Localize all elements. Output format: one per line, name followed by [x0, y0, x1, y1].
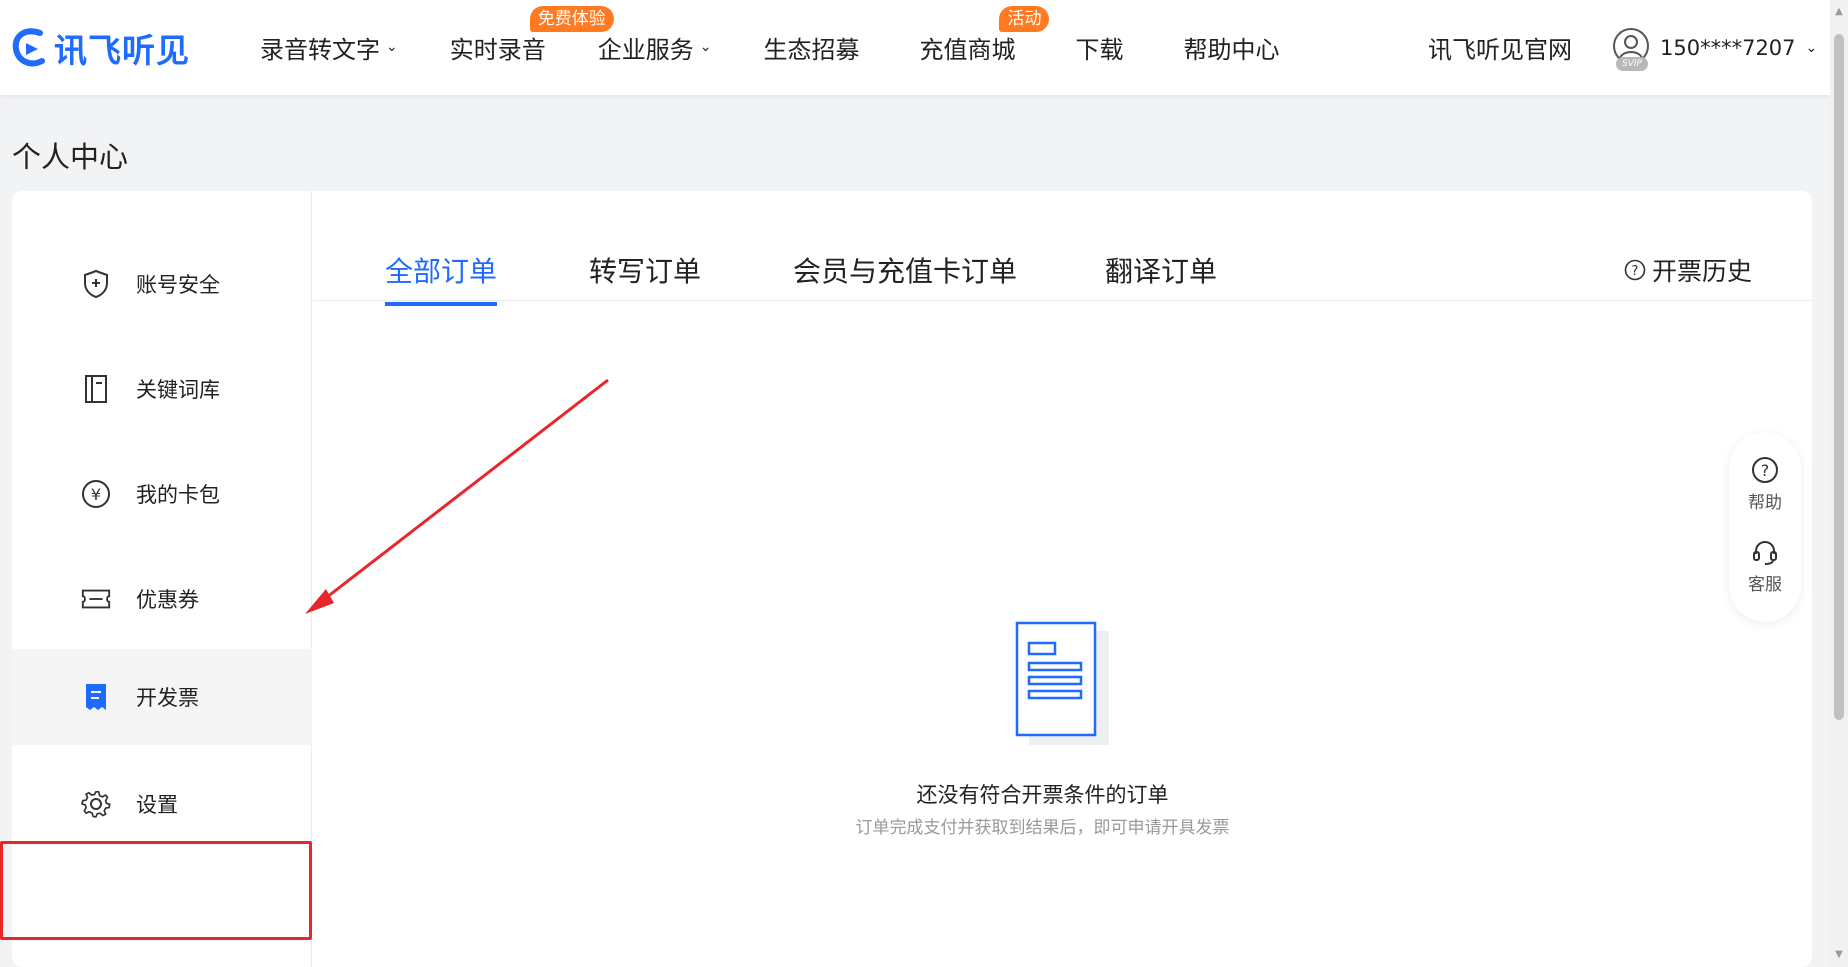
sidebar-item-card-wallet[interactable]: ¥ 我的卡包	[12, 446, 312, 542]
scroll-up-icon[interactable]: ▲	[1833, 6, 1845, 18]
nav-item-enterprise[interactable]: 企业服务 ⌄	[598, 0, 712, 95]
scroll-down-icon[interactable]: ▼	[1833, 949, 1845, 961]
user-menu[interactable]: SVIP 150****7207 ⌄	[1612, 24, 1817, 72]
tab-all-orders[interactable]: 全部订单	[385, 250, 498, 306]
svg-text:?: ?	[1761, 461, 1770, 480]
empty-state-subtitle: 订单完成支付并获取到结果后，即可申请开具发票	[855, 818, 1230, 838]
nav-label: 生态招募	[763, 36, 860, 64]
invoice-icon	[80, 681, 112, 713]
top-navbar: 讯飞听见 录音转文字 ⌄ 实时录音 免费体验 企业服务 ⌄ 生态招募 充值商城 …	[0, 0, 1830, 95]
user-phone: 150****7207	[1660, 36, 1796, 60]
sidebar-item-invoice[interactable]: 开发票	[12, 649, 312, 745]
chevron-down-icon: ⌄	[1805, 40, 1818, 56]
sidebar-item-keyword-library[interactable]: 关键词库	[12, 341, 312, 437]
sidebar-item-label: 开发票	[136, 686, 199, 710]
content-card: 账号安全 关键词库 ¥ 我的卡包 优惠券 开发票 设置 全部订单 转写订单 会员…	[0, 191, 1812, 967]
sidebar-item-settings[interactable]: 设置	[12, 756, 312, 852]
tab-transcription-orders[interactable]: 转写订单	[589, 250, 701, 302]
empty-document-icon	[1015, 621, 1109, 745]
chevron-down-icon: ⌄	[699, 38, 712, 55]
nav-label: 充值商城	[919, 36, 1016, 64]
sidebar-item-label: 关键词库	[136, 378, 220, 402]
avatar: SVIP	[1612, 27, 1650, 71]
sidebar-item-label: 我的卡包	[136, 483, 220, 507]
sidebar: 账号安全 关键词库 ¥ 我的卡包 优惠券 开发票 设置	[12, 191, 312, 967]
main-nav: 录音转文字 ⌄ 实时录音 免费体验 企业服务 ⌄ 生态招募 充值商城 活动 下载…	[260, 0, 1279, 95]
chevron-down-icon: ⌄	[386, 38, 398, 55]
help-button[interactable]: ? 帮助	[1729, 456, 1801, 513]
sidebar-item-account-security[interactable]: 账号安全	[12, 236, 312, 332]
vertical-scrollbar[interactable]: ▲ ▼	[1830, 0, 1848, 967]
logo-icon	[12, 28, 45, 67]
tab-translation-orders[interactable]: 翻译订单	[1105, 250, 1217, 302]
brand-logo[interactable]: 讯飞听见	[12, 24, 190, 72]
ticket-icon	[80, 583, 112, 615]
page-title: 个人中心	[12, 140, 129, 174]
sidebar-item-label: 优惠券	[136, 588, 199, 612]
nav-label: 录音转文字	[260, 36, 380, 64]
nav-item-ecosystem[interactable]: 生态招募	[763, 0, 859, 95]
question-circle-icon: ?	[1624, 259, 1646, 281]
svip-badge: SVIP	[1616, 57, 1648, 71]
invoice-history-link[interactable]: ? 开票历史	[1624, 252, 1752, 288]
main-panel: 全部订单 转写订单 会员与充值卡订单 翻译订单 ? 开票历史 还没有符合开票条件…	[313, 191, 1812, 967]
nav-item-download[interactable]: 下载	[1075, 0, 1123, 95]
nav-label: 帮助中心	[1183, 36, 1280, 64]
service-label: 客服	[1748, 575, 1782, 595]
floating-help-panel: ? 帮助 客服	[1729, 432, 1801, 622]
gear-icon	[80, 788, 112, 820]
activity-badge: 活动	[999, 6, 1050, 32]
nav-item-realtime[interactable]: 实时录音 免费体验	[449, 0, 614, 95]
tab-membership-orders[interactable]: 会员与充值卡订单	[793, 250, 1017, 302]
shield-icon	[80, 268, 112, 300]
nav-item-store[interactable]: 充值商城 活动	[919, 0, 1050, 95]
logo-text: 讯飞听见	[54, 31, 190, 70]
official-site-link[interactable]: 讯飞听见官网	[1428, 0, 1572, 95]
customer-service-button[interactable]: 客服	[1729, 538, 1801, 595]
headset-icon	[1753, 540, 1777, 565]
empty-state-title: 还没有符合开票条件的订单	[916, 783, 1169, 807]
nav-label: 实时录音	[449, 36, 546, 64]
nav-item-help-center[interactable]: 帮助中心	[1183, 0, 1279, 95]
sidebar-item-label: 设置	[136, 793, 178, 817]
help-label: 帮助	[1748, 493, 1782, 513]
order-tabs: 全部订单 转写订单 会员与充值卡订单 翻译订单 ? 开票历史	[313, 191, 1812, 306]
nav-label: 下载	[1075, 36, 1124, 64]
notebook-icon	[80, 373, 112, 405]
help-circle-icon: ?	[1752, 457, 1778, 483]
sidebar-item-coupons[interactable]: 优惠券	[12, 551, 312, 647]
yen-circle-icon: ¥	[80, 478, 112, 510]
sidebar-item-label: 账号安全	[136, 273, 220, 297]
nav-label: 企业服务	[597, 36, 694, 64]
svg-text:?: ?	[1632, 264, 1639, 279]
invoice-history-label: 开票历史	[1651, 257, 1752, 286]
svg-text:¥: ¥	[91, 485, 101, 504]
nav-item-transcribe[interactable]: 录音转文字 ⌄	[260, 0, 398, 95]
official-site-label: 讯飞听见官网	[1428, 36, 1572, 64]
scrollbar-thumb[interactable]	[1834, 34, 1844, 720]
